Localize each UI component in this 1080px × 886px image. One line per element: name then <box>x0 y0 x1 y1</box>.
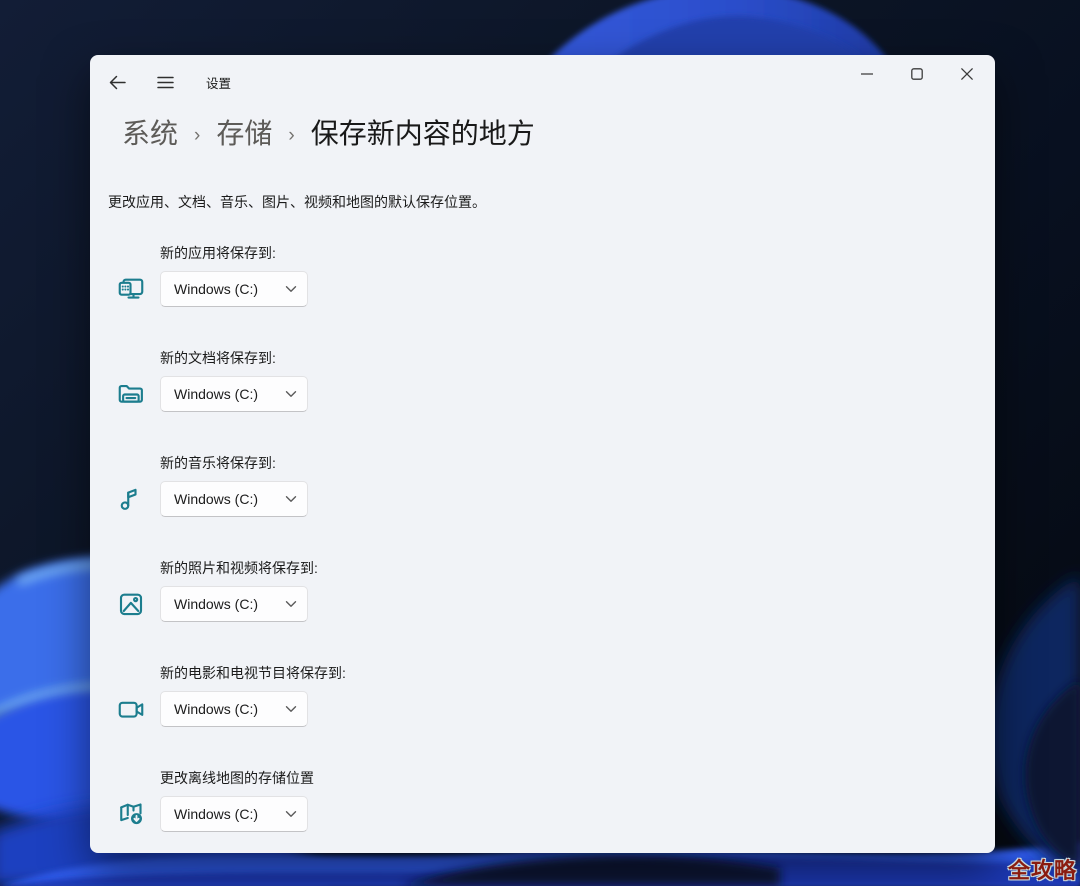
maximize-icon <box>911 68 923 80</box>
video-camera-icon <box>116 694 146 724</box>
chevron-down-icon <box>285 810 297 818</box>
page-description: 更改应用、文档、音乐、图片、视频和地图的默认保存位置。 <box>108 192 995 212</box>
section-row: Windows (C:) <box>116 586 995 622</box>
drive-select-dropdown[interactable]: Windows (C:) <box>160 271 308 307</box>
back-button[interactable] <box>107 72 128 93</box>
section-label: 更改离线地图的存储位置 <box>160 768 995 788</box>
titlebar: 设置 <box>90 55 995 109</box>
drive-select-value: Windows (C:) <box>174 806 258 822</box>
save-location-section: 新的照片和视频将保存到: Windows (C:) <box>116 558 995 622</box>
section-row: Windows (C:) <box>116 691 995 727</box>
drive-select-value: Windows (C:) <box>174 596 258 612</box>
save-location-sections: 新的应用将保存到: Windows (C:) 新的文档将保 <box>116 243 995 832</box>
chevron-down-icon <box>285 705 297 713</box>
close-icon <box>961 68 973 80</box>
breadcrumb: 系统 › 存储 › 保存新内容的地方 <box>122 112 995 156</box>
window-controls <box>842 55 992 93</box>
save-location-section: 更改离线地图的存储位置 Windows (C:) <box>116 768 995 832</box>
save-location-section: 新的电影和电视节目将保存到: Windows (C:) <box>116 663 995 727</box>
minimize-button[interactable] <box>842 55 892 93</box>
drive-select-dropdown[interactable]: Windows (C:) <box>160 796 308 832</box>
settings-window: 设置 系统 › 存储 › 保存新内容的地方 更改应用、文档、音乐、图片、视频和地… <box>90 55 995 853</box>
chevron-down-icon <box>285 495 297 503</box>
drive-select-dropdown[interactable]: Windows (C:) <box>160 481 308 517</box>
maximize-button[interactable] <box>892 55 942 93</box>
back-arrow-icon <box>109 75 126 90</box>
app-title: 设置 <box>206 73 231 92</box>
section-row: Windows (C:) <box>116 796 995 832</box>
drive-select-dropdown[interactable]: Windows (C:) <box>160 586 308 622</box>
section-row: Windows (C:) <box>116 376 995 412</box>
drive-select-dropdown[interactable]: Windows (C:) <box>160 691 308 727</box>
section-label: 新的应用将保存到: <box>160 243 995 263</box>
music-note-icon <box>116 484 146 514</box>
save-location-section: 新的音乐将保存到: Windows (C:) <box>116 453 995 517</box>
save-location-section: 新的文档将保存到: Windows (C:) <box>116 348 995 412</box>
section-label: 新的音乐将保存到: <box>160 453 995 473</box>
drive-select-value: Windows (C:) <box>174 386 258 402</box>
apps-monitor-icon <box>116 274 146 304</box>
minimize-icon <box>861 73 873 75</box>
breadcrumb-item-storage[interactable]: 存储 <box>216 114 272 154</box>
offline-maps-icon <box>116 799 146 829</box>
drive-select-value: Windows (C:) <box>174 491 258 507</box>
section-label: 新的照片和视频将保存到: <box>160 558 995 578</box>
page-title: 保存新内容的地方 <box>311 114 535 154</box>
hamburger-menu-icon <box>157 76 174 89</box>
drive-select-value: Windows (C:) <box>174 281 258 297</box>
section-row: Windows (C:) <box>116 271 995 307</box>
drive-select-value: Windows (C:) <box>174 701 258 717</box>
drive-select-dropdown[interactable]: Windows (C:) <box>160 376 308 412</box>
section-label: 新的电影和电视节目将保存到: <box>160 663 995 683</box>
breadcrumb-item-system[interactable]: 系统 <box>122 114 178 154</box>
chevron-down-icon <box>285 390 297 398</box>
navigation-menu-button[interactable] <box>155 72 176 93</box>
section-row: Windows (C:) <box>116 481 995 517</box>
close-button[interactable] <box>942 55 992 93</box>
section-label: 新的文档将保存到: <box>160 348 995 368</box>
chevron-down-icon <box>285 285 297 293</box>
watermark: 全攻略 <box>1008 853 1077 885</box>
save-location-section: 新的应用将保存到: Windows (C:) <box>116 243 995 307</box>
photos-icon <box>116 589 146 619</box>
documents-folder-icon <box>116 379 146 409</box>
breadcrumb-separator-icon: › <box>194 112 200 156</box>
desktop: 设置 系统 › 存储 › 保存新内容的地方 更改应用、文档、音乐、图片、视频和地… <box>0 0 1080 886</box>
breadcrumb-separator-icon: › <box>288 112 294 156</box>
chevron-down-icon <box>285 600 297 608</box>
